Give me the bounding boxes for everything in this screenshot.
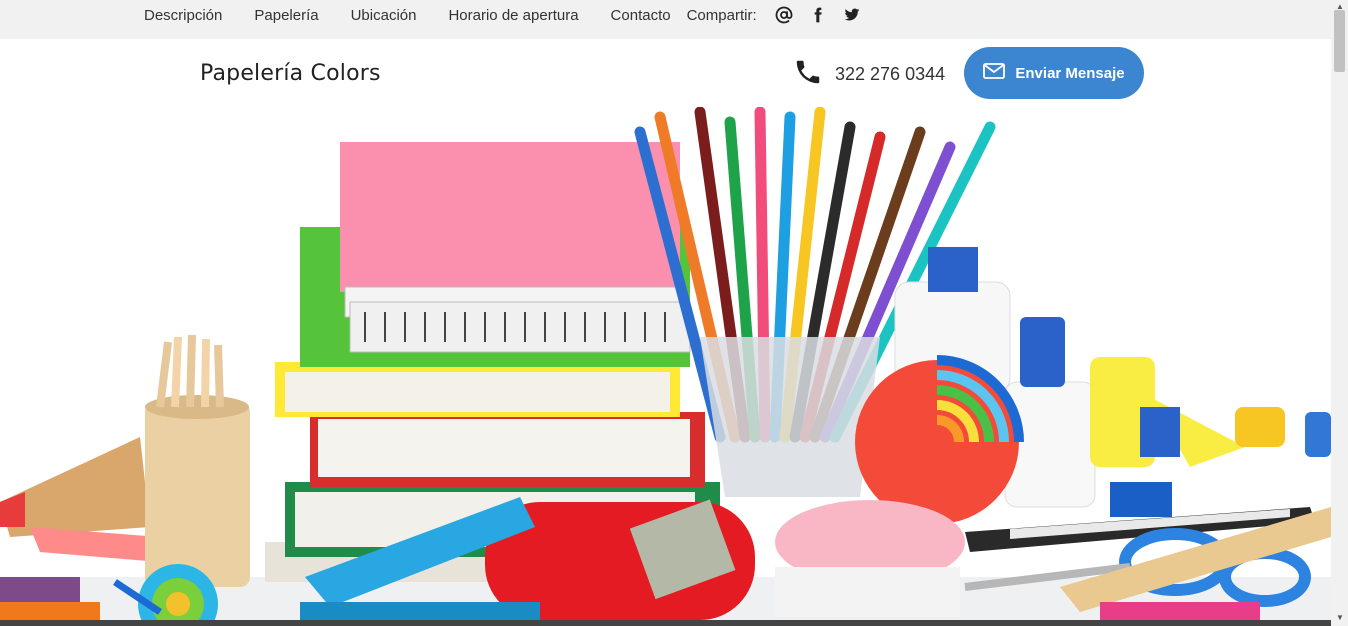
bottom-strip (0, 620, 1331, 626)
phone-number[interactable]: 322 276 0344 (835, 64, 945, 85)
send-message-label: Enviar Mensaje (1015, 64, 1125, 82)
nav-ubicacion[interactable]: Ubicación (351, 7, 417, 24)
hero-image (0, 107, 1331, 620)
nav-contacto[interactable]: Contacto (611, 7, 671, 24)
vertical-scrollbar[interactable]: ▲ ▼ (1331, 0, 1348, 626)
nav-descripcion[interactable]: Descripción (144, 7, 222, 24)
scroll-down-arrow-icon[interactable]: ▼ (1336, 613, 1344, 622)
brand-name[interactable]: Papelería Colors (200, 61, 381, 86)
share-icons (775, 6, 861, 24)
send-message-button[interactable]: Enviar Mensaje (964, 47, 1144, 99)
site-header: Papelería Colors 322 276 0344 Enviar Men… (0, 39, 1331, 107)
envelope-icon (983, 63, 1006, 83)
top-nav: Descripción Papelería Ubicación Horario … (144, 0, 861, 30)
school-supplies-photo (0, 107, 1331, 620)
nav-horario[interactable]: Horario de apertura (448, 7, 578, 24)
at-icon[interactable] (775, 6, 793, 24)
share-label: Compartir: (686, 6, 757, 24)
facebook-icon[interactable] (809, 6, 827, 24)
phone-icon (793, 57, 823, 92)
scroll-thumb[interactable] (1334, 10, 1345, 72)
twitter-icon[interactable] (843, 6, 861, 24)
phone-contact[interactable]: 322 276 0344 (793, 57, 945, 92)
nav-papeleria[interactable]: Papelería (254, 7, 318, 24)
top-bar: Descripción Papelería Ubicación Horario … (0, 0, 1331, 39)
